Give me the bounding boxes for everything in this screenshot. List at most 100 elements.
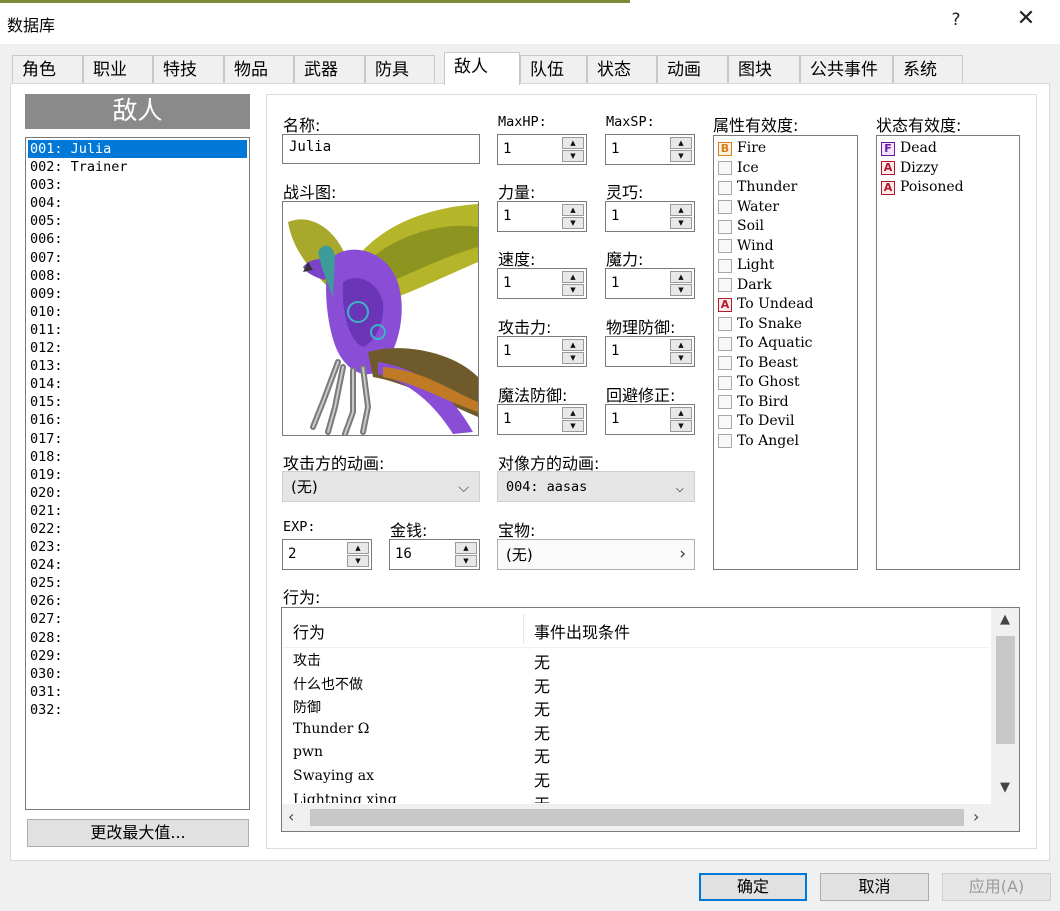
vertical-scrollbar[interactable]: ▲ ▼: [991, 608, 1019, 804]
element-row[interactable]: To Aquatic: [718, 334, 857, 354]
tab-7[interactable]: 队伍: [520, 55, 587, 84]
enemy-list-item[interactable]: 027:: [28, 610, 249, 628]
enemy-list-item[interactable]: 002: Trainer: [28, 158, 249, 176]
column-header-condition[interactable]: 事件出现条件: [534, 619, 630, 643]
state-row[interactable]: F Dead: [881, 139, 1019, 159]
tab-1[interactable]: 职业: [83, 55, 153, 84]
enemy-list-item[interactable]: 026:: [28, 592, 249, 610]
change-max-button[interactable]: 更改最大值...: [27, 819, 249, 847]
scroll-right-arrow-icon[interactable]: ›: [973, 807, 979, 826]
enemy-list-item[interactable]: 019:: [28, 466, 249, 484]
efficiency-rank-checkbox[interactable]: [718, 356, 732, 371]
tab-12[interactable]: 系统: [893, 55, 963, 84]
horizontal-scrollbar[interactable]: ‹ ›: [282, 804, 1019, 831]
tab-3[interactable]: 物品: [224, 55, 294, 84]
close-button[interactable]: ✕: [1008, 6, 1044, 38]
ok-button[interactable]: 确定: [699, 873, 807, 901]
enemy-list-item[interactable]: 023:: [28, 538, 249, 556]
table-row[interactable]: Thunder Ω 无: [282, 719, 990, 743]
enemy-list-item[interactable]: 017:: [28, 430, 249, 448]
efficiency-rank-checkbox[interactable]: A: [881, 180, 895, 195]
cancel-button[interactable]: 取消: [820, 873, 929, 901]
tab-9[interactable]: 动画: [657, 55, 728, 84]
efficiency-rank-checkbox[interactable]: [718, 336, 732, 351]
element-row[interactable]: Ice: [718, 159, 857, 179]
scroll-left-arrow-icon[interactable]: ‹: [288, 807, 294, 826]
enemy-list-item[interactable]: 011:: [28, 321, 249, 339]
efficiency-rank-checkbox[interactable]: [718, 375, 732, 390]
efficiency-rank-checkbox[interactable]: F: [881, 141, 895, 156]
efficiency-rank-checkbox[interactable]: [718, 239, 732, 254]
column-divider[interactable]: [523, 614, 524, 644]
state-row[interactable]: A Poisoned: [881, 178, 1019, 198]
scroll-thumb[interactable]: [996, 636, 1015, 744]
help-button[interactable]: ?: [946, 10, 966, 30]
element-row[interactable]: Light: [718, 256, 857, 276]
name-input[interactable]: Julia: [282, 134, 480, 164]
increment-arrow-icon[interactable]: ▲: [670, 271, 692, 283]
increment-arrow-icon[interactable]: ▲: [670, 204, 692, 216]
enemy-list-item[interactable]: 012:: [28, 339, 249, 357]
element-row[interactable]: Thunder: [718, 178, 857, 198]
decrement-arrow-icon[interactable]: ▼: [670, 217, 692, 229]
enemy-list-item[interactable]: 008:: [28, 267, 249, 285]
decrement-arrow-icon[interactable]: ▼: [455, 555, 477, 567]
exp-stepper[interactable]: 2 ▲ ▼: [282, 539, 372, 570]
efficiency-rank-checkbox[interactable]: [718, 317, 732, 332]
target-anim-select[interactable]: 004: aasas ⌵: [497, 471, 695, 502]
element-row[interactable]: A To Undead: [718, 295, 857, 315]
decrement-arrow-icon[interactable]: ▼: [670, 352, 692, 364]
enemy-list-item[interactable]: 028:: [28, 629, 249, 647]
enemy-list-item[interactable]: 003:: [28, 176, 249, 194]
decrement-arrow-icon[interactable]: ▼: [562, 420, 584, 432]
enemy-list-item[interactable]: 014:: [28, 375, 249, 393]
increment-arrow-icon[interactable]: ▲: [562, 271, 584, 283]
element-row[interactable]: To Bird: [718, 393, 857, 413]
tab-4[interactable]: 武器: [294, 55, 365, 84]
element-row[interactable]: Wind: [718, 237, 857, 257]
tab-8[interactable]: 状态: [587, 55, 657, 84]
decrement-arrow-icon[interactable]: ▼: [670, 420, 692, 432]
efficiency-rank-checkbox[interactable]: [718, 414, 732, 429]
efficiency-rank-checkbox[interactable]: B: [718, 141, 732, 156]
mdef-stepper[interactable]: 1 ▲ ▼: [497, 404, 587, 435]
element-row[interactable]: B Fire: [718, 139, 857, 159]
maxhp-stepper[interactable]: 1 ▲ ▼: [497, 134, 587, 165]
efficiency-rank-checkbox[interactable]: A: [718, 297, 732, 312]
pdef-stepper[interactable]: 1 ▲ ▼: [605, 336, 695, 367]
efficiency-rank-checkbox[interactable]: [718, 278, 732, 293]
atk-stepper[interactable]: 1 ▲ ▼: [497, 336, 587, 367]
enemy-list[interactable]: 001: Julia 002: Trainer 003: 004: 005: 006: 00…: [25, 137, 250, 810]
efficiency-rank-checkbox[interactable]: [718, 180, 732, 195]
efficiency-rank-checkbox[interactable]: [718, 258, 732, 273]
enemy-list-item[interactable]: 007:: [28, 249, 249, 267]
enemy-list-item[interactable]: 022:: [28, 520, 249, 538]
decrement-arrow-icon[interactable]: ▼: [562, 217, 584, 229]
enemy-list-item[interactable]: 009:: [28, 285, 249, 303]
scroll-up-arrow-icon[interactable]: ▲: [991, 612, 1019, 627]
state-row[interactable]: A Dizzy: [881, 159, 1019, 179]
agi-stepper[interactable]: 1 ▲ ▼: [497, 268, 587, 299]
table-row[interactable]: 什么也不做 无: [282, 672, 990, 696]
element-efficiency-list[interactable]: B Fire Ice Thunder Water Soil Wind Light Dark A To…: [713, 135, 858, 570]
tab-11[interactable]: 公共事件: [800, 55, 893, 84]
treasure-picker[interactable]: (无) ›: [497, 539, 695, 570]
maxsp-stepper[interactable]: 1 ▲ ▼: [605, 134, 695, 165]
increment-arrow-icon[interactable]: ▲: [670, 137, 692, 149]
enemy-list-item[interactable]: 006:: [28, 230, 249, 248]
enemy-list-item[interactable]: 021:: [28, 502, 249, 520]
tab-0[interactable]: 角色: [12, 55, 83, 84]
enemy-list-item[interactable]: 018:: [28, 448, 249, 466]
enemy-list-item[interactable]: 004:: [28, 194, 249, 212]
efficiency-rank-checkbox[interactable]: [718, 161, 732, 176]
enemy-list-item[interactable]: 029:: [28, 647, 249, 665]
efficiency-rank-checkbox[interactable]: [718, 395, 732, 410]
enemy-list-item[interactable]: 010:: [28, 303, 249, 321]
table-row[interactable]: Lightning xing 无: [282, 790, 990, 803]
int-stepper[interactable]: 1 ▲ ▼: [605, 268, 695, 299]
decrement-arrow-icon[interactable]: ▼: [562, 284, 584, 296]
column-header-action[interactable]: 行为: [293, 619, 325, 643]
table-row[interactable]: 防御 无: [282, 695, 990, 719]
element-row[interactable]: To Beast: [718, 354, 857, 374]
enemy-list-item[interactable]: 001: Julia: [28, 140, 247, 159]
